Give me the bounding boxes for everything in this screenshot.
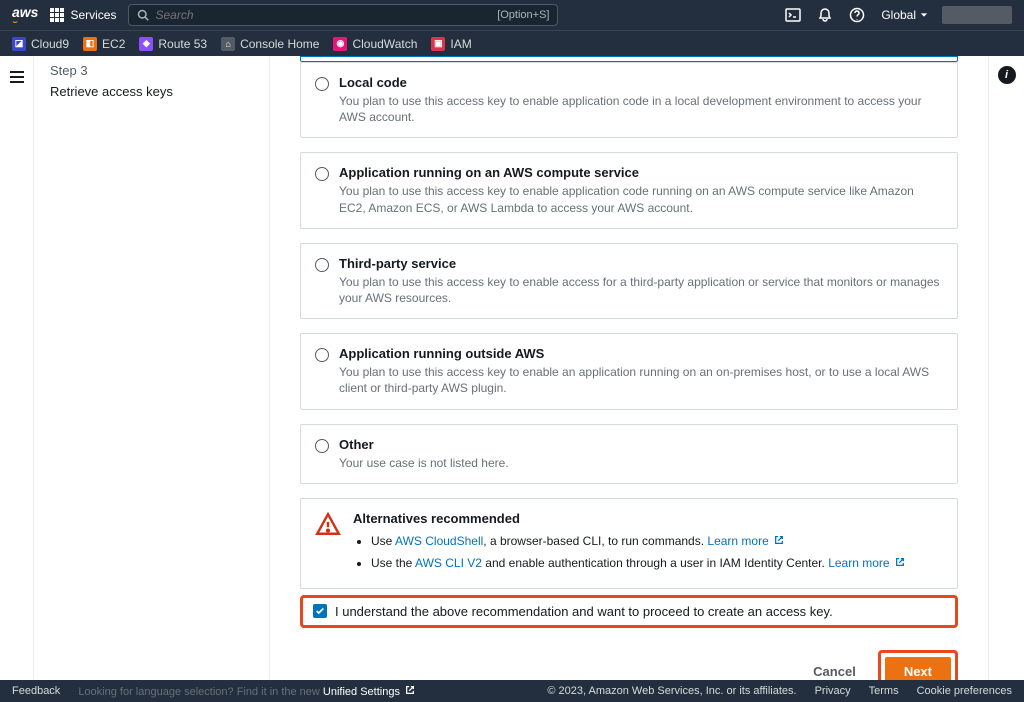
alternatives-title: Alternatives recommended: [353, 511, 943, 526]
favorite-label: IAM: [450, 37, 471, 51]
service-icon: ▣: [431, 37, 445, 51]
top-nav: aws ⌣ Services [Option+S] Global: [0, 0, 1024, 30]
option-title: Application running outside AWS: [339, 346, 943, 361]
alternatives-panel: Alternatives recommended Use AWS CloudSh…: [300, 498, 958, 589]
wizard-step-link[interactable]: Retrieve access keys: [34, 81, 269, 102]
grid-icon: [50, 8, 64, 22]
terms-link[interactable]: Terms: [869, 685, 899, 697]
usecase-option-4[interactable]: Other Your use case is not listed here.: [300, 424, 958, 484]
learn-more-link-1[interactable]: Learn more: [707, 534, 784, 548]
radio-button[interactable]: [315, 348, 329, 362]
search-input[interactable]: [155, 8, 497, 22]
confirm-label: I understand the above recommendation an…: [335, 604, 833, 619]
aws-cli-link[interactable]: AWS CLI V2: [415, 556, 482, 570]
favorite-console-home[interactable]: ⌂ Console Home: [221, 37, 319, 51]
confirm-checkbox-row[interactable]: I understand the above recommendation an…: [300, 595, 958, 628]
warning-icon: [315, 511, 341, 537]
favorite-label: EC2: [102, 37, 125, 51]
option-title: Local code: [339, 75, 943, 90]
radio-button[interactable]: [315, 77, 329, 91]
privacy-link[interactable]: Privacy: [815, 685, 851, 697]
favorite-cloudwatch[interactable]: ◉ CloudWatch: [333, 37, 417, 51]
alternative-item-2: Use the AWS CLI V2 and enable authentica…: [371, 554, 943, 572]
notifications-icon[interactable]: [813, 3, 837, 27]
option-title: Application running on an AWS compute se…: [339, 165, 943, 180]
usecase-option-0[interactable]: Local code You plan to use this access ke…: [300, 62, 958, 138]
usecase-option-1[interactable]: Application running on an AWS compute se…: [300, 152, 958, 228]
learn-more-link-2[interactable]: Learn more: [828, 556, 905, 570]
alternative-item-1: Use AWS CloudShell, a browser-based CLI,…: [371, 532, 943, 550]
aws-logo[interactable]: aws ⌣: [12, 4, 38, 27]
option-description: You plan to use this access key to enabl…: [339, 364, 943, 396]
help-rail: i: [988, 56, 1024, 680]
services-label: Services: [70, 8, 116, 22]
service-icon: ◧: [83, 37, 97, 51]
language-hint: Looking for language selection? Find it …: [78, 685, 415, 698]
cloudshell-icon[interactable]: [781, 3, 805, 27]
wizard-actions: Cancel Next: [300, 650, 958, 680]
main-content: Local code You plan to use this access ke…: [270, 56, 988, 680]
cancel-button[interactable]: Cancel: [803, 658, 866, 680]
favorite-label: Route 53: [158, 37, 207, 51]
search-box[interactable]: [Option+S]: [128, 4, 558, 26]
wizard-step-label: Step 3: [34, 60, 269, 81]
option-description: You plan to use this access key to enabl…: [339, 183, 943, 215]
option-title: Third-party service: [339, 256, 943, 271]
radio-button[interactable]: [315, 439, 329, 453]
sidebar-toggle-rail: [0, 56, 34, 680]
next-button[interactable]: Next: [885, 657, 951, 680]
option-description: You plan to use this access key to enabl…: [339, 93, 943, 125]
external-link-icon: [405, 685, 415, 695]
favorite-label: Console Home: [240, 37, 319, 51]
sidebar: Step 3 Retrieve access keys: [34, 56, 270, 680]
favorite-ec2[interactable]: ◧ EC2: [83, 37, 125, 51]
feedback-link[interactable]: Feedback: [12, 685, 60, 697]
usecase-option-3[interactable]: Application running outside AWS You plan …: [300, 333, 958, 409]
service-icon: ◪: [12, 37, 26, 51]
cloudshell-link[interactable]: AWS CloudShell: [395, 534, 483, 548]
favorite-iam[interactable]: ▣ IAM: [431, 37, 471, 51]
copyright: © 2023, Amazon Web Services, Inc. or its…: [547, 685, 796, 697]
confirm-checkbox[interactable]: [313, 604, 327, 618]
radio-button[interactable]: [315, 167, 329, 181]
next-button-highlight: Next: [878, 650, 958, 680]
services-menu[interactable]: Services: [50, 8, 116, 22]
account-menu[interactable]: [942, 6, 1012, 24]
service-icon: ◆: [139, 37, 153, 51]
search-shortcut: [Option+S]: [497, 9, 549, 21]
cookie-preferences-link[interactable]: Cookie preferences: [917, 685, 1012, 697]
service-icon: ⌂: [221, 37, 235, 51]
favorite-label: Cloud9: [31, 37, 69, 51]
service-icon: ◉: [333, 37, 347, 51]
favorite-route-53[interactable]: ◆ Route 53: [139, 37, 207, 51]
search-icon: [137, 9, 149, 21]
option-description: You plan to use this access key to enabl…: [339, 274, 943, 306]
external-link-icon: [774, 535, 784, 545]
favorite-cloud9[interactable]: ◪ Cloud9: [12, 37, 69, 51]
footer: Feedback Looking for language selection?…: [0, 680, 1024, 702]
hamburger-icon[interactable]: [9, 70, 25, 680]
unified-settings-link[interactable]: Unified Settings: [323, 686, 400, 698]
info-icon[interactable]: i: [998, 66, 1016, 84]
favorites-bar: ◪ Cloud9 ◧ EC2 ◆ Route 53 ⌂ Console Home ◉ CloudW…: [0, 30, 1024, 56]
external-link-icon: [895, 557, 905, 567]
radio-button[interactable]: [315, 258, 329, 272]
option-description: Your use case is not listed here.: [339, 455, 509, 471]
usecase-option-2[interactable]: Third-party service You plan to use this …: [300, 243, 958, 319]
help-icon[interactable]: [845, 3, 869, 27]
favorite-label: CloudWatch: [352, 37, 417, 51]
option-title: Other: [339, 437, 509, 452]
chevron-down-icon: [920, 11, 928, 19]
region-selector[interactable]: Global: [881, 8, 928, 22]
